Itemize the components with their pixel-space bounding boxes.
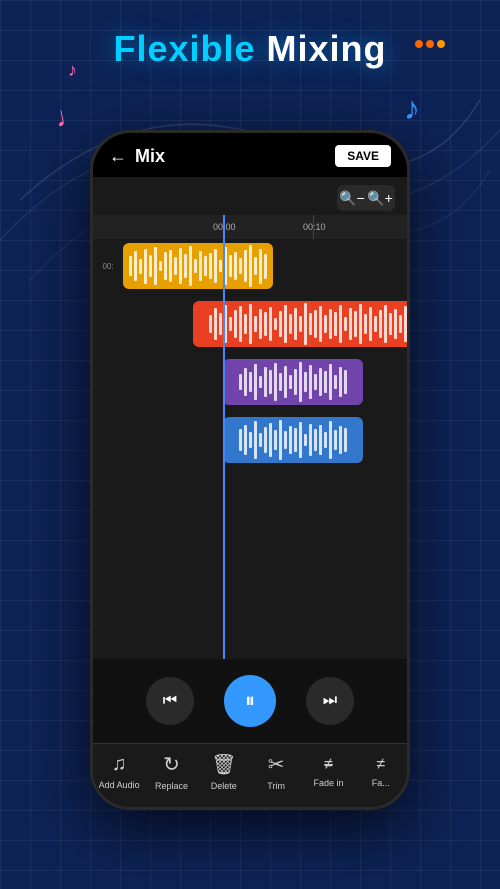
replace-icon: ↻ [163, 752, 180, 777]
music-note-3: ♪ [404, 90, 420, 127]
waveform-yellow [123, 243, 273, 289]
face-in-icon: ≠ [376, 756, 385, 774]
fade-in-label: Fade in [313, 778, 343, 788]
track-row-4 [93, 413, 407, 467]
skip-back-button[interactable]: ⏮ [146, 677, 194, 725]
zoom-out-button[interactable]: 🔍− [339, 187, 365, 209]
phone-frame: ← Mix SAVE 🔍− 🔍+ 00:00 00:10 [90, 130, 410, 810]
screen-title: Mix [135, 146, 165, 167]
replace-label: Replace [155, 781, 188, 791]
clip-blue[interactable] [223, 417, 363, 463]
face-in-label: Fa... [372, 778, 390, 788]
back-button[interactable]: ← [109, 146, 127, 167]
trim-label: Trim [267, 781, 285, 791]
page-title: Flexible Mixing [0, 28, 500, 70]
clip-orange[interactable] [193, 301, 407, 347]
top-bar-left: ← Mix [109, 146, 165, 167]
tool-fade-in[interactable]: ≠ Fade in [306, 756, 350, 788]
timeline-area[interactable]: 🔍− 🔍+ 00:00 00:10 00: [93, 177, 407, 659]
clip-yellow[interactable] [123, 243, 273, 289]
track-row-2 [93, 297, 407, 351]
add-audio-icon: ♫ [112, 753, 127, 776]
tool-add-audio[interactable]: ♫ Add Audio [97, 753, 141, 790]
ruler: 00:00 00:10 [93, 215, 407, 239]
fade-in-icon: ≠ [324, 756, 333, 774]
skip-forward-icon: ⏭ [323, 692, 337, 710]
ruler-mark-10: 00:10 [303, 222, 326, 232]
zoom-in-button[interactable]: 🔍+ [367, 187, 393, 209]
playhead [223, 215, 225, 659]
trim-icon: ✂ [268, 752, 285, 777]
bottom-toolbar: ♫ Add Audio ↻ Replace 🗑 Delete ✂ Trim ≠ … [93, 743, 407, 807]
tool-delete[interactable]: 🗑 Delete [202, 752, 246, 791]
add-audio-label: Add Audio [99, 780, 140, 790]
clip-purple[interactable] [223, 359, 363, 405]
tool-replace[interactable]: ↻ Replace [149, 752, 193, 791]
tool-face-in[interactable]: ≠ Fa... [359, 756, 403, 788]
delete-icon: 🗑 [211, 752, 236, 777]
music-note-1: ♩ [52, 98, 85, 134]
pause-icon: ⏸ [245, 690, 255, 713]
delete-label: Delete [211, 781, 237, 791]
phone-screen: ← Mix SAVE 🔍− 🔍+ 00:00 00:10 [93, 133, 407, 807]
save-button[interactable]: SAVE [335, 145, 391, 167]
pause-button[interactable]: ⏸ [224, 675, 276, 727]
track-label-1: 00: [93, 262, 123, 271]
skip-forward-button[interactable]: ⏭ [306, 677, 354, 725]
tool-trim[interactable]: ✂ Trim [254, 752, 298, 791]
track-row-3 [93, 355, 407, 409]
waveform-purple [233, 359, 353, 405]
playback-controls: ⏮ ⏸ ⏭ [93, 659, 407, 743]
skip-back-icon: ⏮ [163, 692, 177, 710]
waveform-orange [203, 301, 407, 347]
waveform-blue [233, 417, 353, 463]
tracks-container: 00: [93, 239, 407, 659]
track-row-1: 00: [93, 239, 407, 293]
zoom-controls: 🔍− 🔍+ [337, 185, 395, 211]
top-bar: ← Mix SAVE [93, 133, 407, 177]
